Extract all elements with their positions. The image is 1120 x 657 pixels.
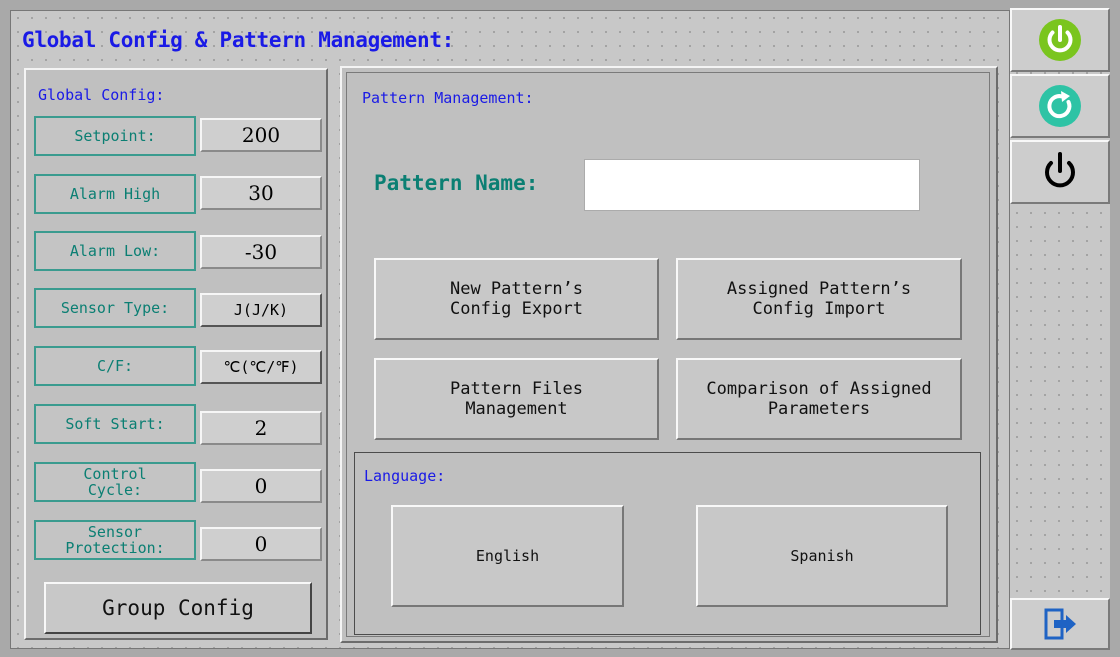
refresh-button[interactable] — [1010, 74, 1110, 138]
alarm-low-value[interactable]: -30 — [200, 235, 322, 269]
power-green-icon — [1039, 19, 1081, 61]
refresh-icon — [1039, 85, 1081, 127]
setpoint-value[interactable]: 200 — [200, 118, 322, 152]
spanish-button[interactable]: Spanish — [696, 505, 948, 607]
assigned-pattern-config-import-button[interactable]: Assigned Pattern’s Config Import — [676, 258, 962, 340]
control-cycle-value[interactable]: 0 — [200, 469, 322, 503]
power-on-button[interactable] — [1010, 8, 1110, 72]
comparison-assigned-parameters-button[interactable]: Comparison of Assigned Parameters — [676, 358, 962, 440]
soft-start-label: Soft Start: — [34, 404, 196, 444]
language-heading: Language: — [364, 467, 446, 485]
soft-start-value[interactable]: 2 — [200, 411, 322, 445]
pattern-name-input[interactable] — [584, 159, 920, 211]
pattern-management-heading: Pattern Management: — [362, 89, 534, 107]
global-config-heading: Global Config: — [38, 86, 165, 104]
sensor-protection-value[interactable]: 0 — [200, 527, 322, 561]
exit-icon — [1044, 608, 1076, 640]
page-title: Global Config & Pattern Management: — [22, 28, 455, 52]
power-black-icon — [1045, 152, 1075, 188]
power-off-button[interactable] — [1010, 140, 1110, 204]
exit-button[interactable] — [1010, 598, 1110, 650]
alarm-high-label: Alarm High — [34, 174, 196, 214]
cf-label: C/F: — [34, 346, 196, 386]
setpoint-label: Setpoint: — [34, 116, 196, 156]
english-button[interactable]: English — [391, 505, 624, 607]
pattern-files-management-button[interactable]: Pattern Files Management — [374, 358, 659, 440]
alarm-high-value[interactable]: 30 — [200, 176, 322, 210]
sensor-protection-label: Sensor Protection: — [34, 520, 196, 560]
cf-select[interactable]: ℃(℃/℉) — [200, 350, 322, 384]
new-pattern-config-export-button[interactable]: New Pattern’s Config Export — [374, 258, 659, 340]
pattern-name-label: Pattern Name: — [374, 171, 539, 195]
sensor-type-select[interactable]: J(J/K) — [200, 293, 322, 327]
group-config-button[interactable]: Group Config — [44, 582, 312, 634]
sensor-type-label: Sensor Type: — [34, 288, 196, 328]
alarm-low-label: Alarm Low: — [34, 231, 196, 271]
control-cycle-label: Control Cycle: — [34, 462, 196, 502]
